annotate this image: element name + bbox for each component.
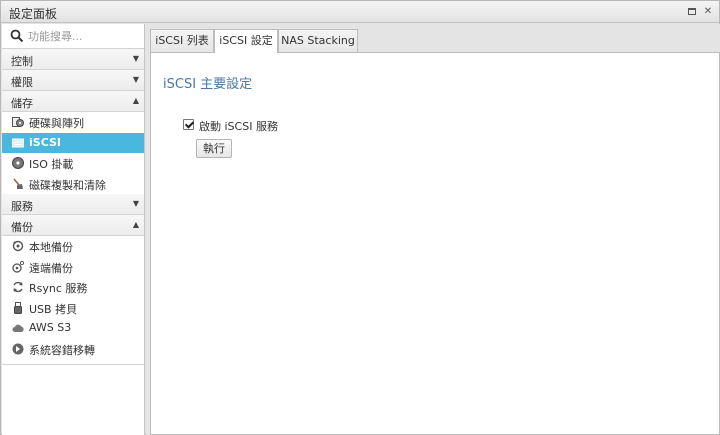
local-backup-icon [12, 240, 24, 252]
settings-window: 設定面板 ✕ 控制 ▼ 權限 ▼ 儲存 ▲ [0, 0, 720, 435]
sidebar-item-label: 磁碟複製和清除 [29, 178, 106, 192]
iso-disc-icon [12, 157, 24, 169]
sidebar-item-disk-clone[interactable]: 磁碟複製和清除 [2, 173, 144, 194]
disk-array-icon [12, 117, 24, 127]
sidebar-item-disks[interactable]: 硬碟與陣列 [2, 112, 144, 133]
sidebar-item-label: 遠端備份 [29, 261, 73, 275]
tab-nas-stacking[interactable]: NAS Stacking [278, 29, 358, 52]
window-title: 設定面板 [9, 7, 58, 21]
sidebar-divider [2, 359, 144, 365]
close-icon[interactable]: ✕ [701, 5, 715, 19]
sync-icon [13, 281, 23, 293]
usb-icon [14, 301, 22, 314]
section-label: 服務 [11, 200, 33, 213]
section-storage[interactable]: 儲存 ▲ [2, 91, 144, 112]
sidebar-item-label: ISO 掛載 [29, 158, 74, 171]
sidebar-item-iso[interactable]: ISO 掛載 [2, 153, 144, 174]
sidebar-item-rsync[interactable]: Rsync 服務 [2, 277, 144, 298]
section-label: 儲存 [11, 97, 33, 110]
sidebar-item-label: 本地備份 [29, 241, 73, 254]
sidebar-item-aws-s3[interactable]: AWS S3 [2, 318, 144, 339]
enable-iscsi-label[interactable]: 啟動 iSCSI 服務 [199, 118, 278, 134]
tab-iscsi-list[interactable]: iSCSI 列表 [150, 29, 214, 52]
tab-iscsi-settings[interactable]: iSCSI 設定 [214, 29, 278, 53]
sidebar-item-label: 系統容錯移轉 [29, 343, 95, 357]
execute-button[interactable]: 執行 [196, 139, 232, 158]
sidebar-item-label: USB 拷貝 [29, 302, 78, 316]
chevron-up-icon: ▲ [132, 96, 139, 105]
sidebar-item-label: 硬碟與陣列 [29, 117, 84, 130]
search-bar [2, 24, 144, 49]
sidebar-item-label: iSCSI [29, 135, 61, 149]
sidebar-item-local-backup[interactable]: 本地備份 [2, 236, 144, 257]
main-area: iSCSI 列表 iSCSI 設定 NAS Stacking iSCSI 主要設… [146, 24, 720, 435]
chevron-up-icon: ▲ [132, 220, 139, 229]
sidebar-item-iscsi[interactable]: iSCSI [2, 132, 144, 153]
sidebar-item-remote-backup[interactable]: 遠端備份 [2, 256, 144, 277]
maximize-icon[interactable] [685, 5, 699, 19]
sidebar-item-label: AWS S3 [29, 321, 72, 334]
section-backup[interactable]: 備份 ▲ [2, 215, 144, 236]
section-permissions[interactable]: 權限 ▼ [2, 70, 144, 91]
iscsi-icon [12, 138, 24, 147]
sidebar-item-failover[interactable]: 系統容錯移轉 [2, 338, 144, 359]
search-icon [10, 29, 24, 43]
section-label: 備份 [11, 221, 33, 234]
section-services[interactable]: 服務 ▼ [2, 194, 144, 215]
chevron-down-icon: ▼ [132, 75, 139, 84]
sidebar: 控制 ▼ 權限 ▼ 儲存 ▲ 硬碟與陣列 iSCSI [2, 24, 145, 435]
chevron-down-icon: ▼ [132, 54, 139, 63]
section-control[interactable]: 控制 ▼ [2, 49, 144, 70]
broom-icon [13, 178, 23, 189]
failover-icon [12, 343, 24, 354]
chevron-down-icon: ▼ [132, 199, 139, 208]
sidebar-item-label: Rsync 服務 [29, 282, 88, 295]
enable-iscsi-checkbox[interactable] [183, 119, 194, 130]
search-input[interactable] [28, 28, 138, 45]
settings-panel: iSCSI 主要設定 啟動 iSCSI 服務 執行 [150, 52, 720, 435]
title-bar: 設定面板 ✕ [1, 1, 719, 23]
section-label: 控制 [11, 55, 33, 68]
section-label: 權限 [11, 76, 33, 89]
panel-title: iSCSI 主要設定 [163, 77, 253, 92]
remote-backup-icon [12, 260, 24, 273]
cloud-icon [12, 324, 24, 332]
sidebar-item-usb-copy[interactable]: USB 拷貝 [2, 297, 144, 318]
